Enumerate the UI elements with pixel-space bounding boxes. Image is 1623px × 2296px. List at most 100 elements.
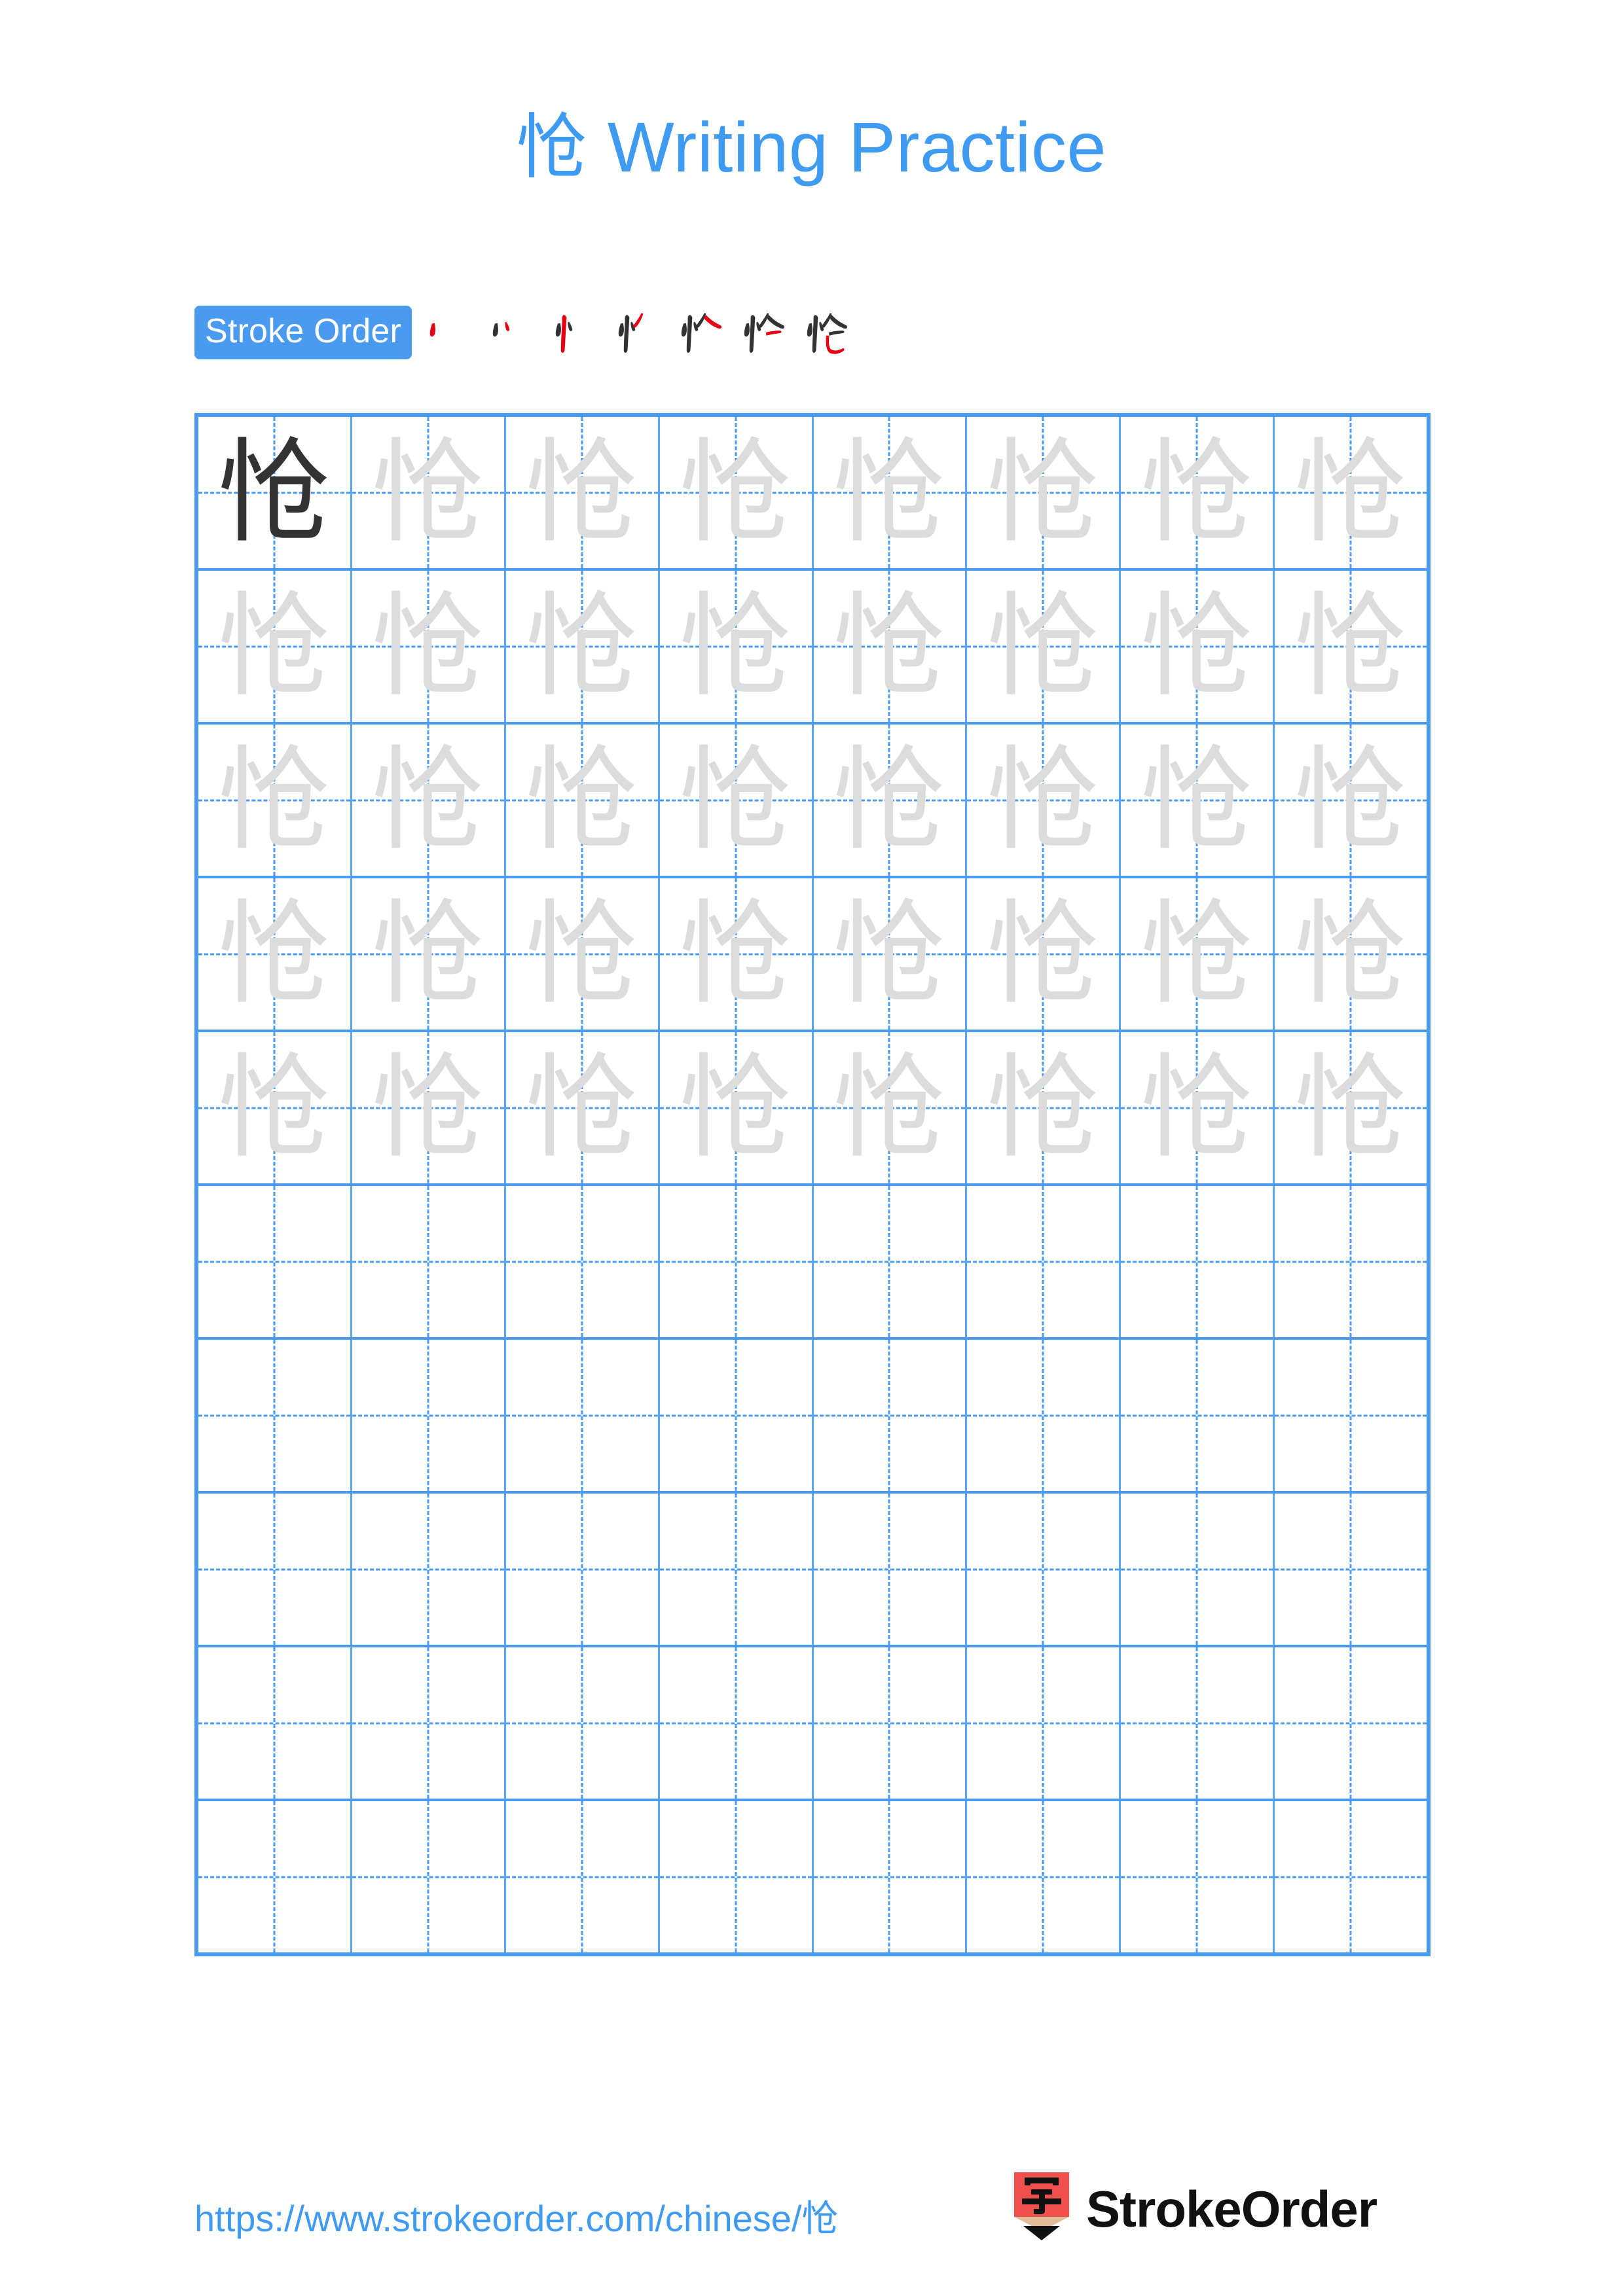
stroke-5 — [829, 315, 848, 329]
grid-cell-r6-c1[interactable] — [198, 1186, 352, 1337]
grid-cell-r7-c4[interactable] — [660, 1340, 814, 1491]
grid-cell-r3-c2[interactable]: 怆 — [352, 725, 506, 876]
grid-cell-r1-c1[interactable]: 怆 — [198, 417, 352, 568]
grid-cell-r5-c7[interactable]: 怆 — [1121, 1032, 1275, 1183]
grid-cell-r9-c6[interactable] — [967, 1647, 1122, 1799]
grid-cell-r7-c1[interactable] — [198, 1340, 352, 1491]
grid-cell-r9-c2[interactable] — [352, 1647, 506, 1799]
grid-cell-r9-c3[interactable] — [506, 1647, 660, 1799]
grid-cell-r7-c7[interactable] — [1121, 1340, 1275, 1491]
grid-cell-r5-c6[interactable]: 怆 — [967, 1032, 1122, 1183]
grid-cell-r8-c7[interactable] — [1121, 1494, 1275, 1645]
grid-cell-r7-c5[interactable] — [814, 1340, 968, 1491]
grid-cell-r1-c4[interactable]: 怆 — [660, 417, 814, 568]
grid-row — [198, 1494, 1427, 1647]
grid-cell-r3-c4[interactable]: 怆 — [660, 725, 814, 876]
grid-cell-r9-c5[interactable] — [814, 1647, 968, 1799]
grid-cell-r10-c3[interactable] — [506, 1801, 660, 1952]
grid-cell-r5-c3[interactable]: 怆 — [506, 1032, 660, 1183]
grid-cell-r4-c3[interactable]: 怆 — [506, 878, 660, 1030]
trace-character: 怆 — [1140, 888, 1254, 1020]
grid-cell-r3-c7[interactable]: 怆 — [1121, 725, 1275, 876]
grid-cell-r4-c8[interactable]: 怆 — [1275, 878, 1427, 1030]
grid-cell-r2-c5[interactable]: 怆 — [814, 571, 968, 722]
grid-cell-r6-c6[interactable] — [967, 1186, 1122, 1337]
grid-cell-r10-c7[interactable] — [1121, 1801, 1275, 1952]
grid-cell-r8-c8[interactable] — [1275, 1494, 1427, 1645]
stroke-1 — [555, 323, 561, 337]
grid-cell-r10-c1[interactable] — [198, 1801, 352, 1952]
grid-cell-r2-c1[interactable]: 怆 — [198, 571, 352, 722]
stroke-1 — [492, 323, 498, 337]
grid-cell-r3-c5[interactable]: 怆 — [814, 725, 968, 876]
grid-cell-r9-c7[interactable] — [1121, 1647, 1275, 1799]
grid-cell-r8-c4[interactable] — [660, 1494, 814, 1645]
stroke-step-1 — [416, 301, 479, 364]
trace-character: 怆 — [1140, 1041, 1254, 1174]
trace-character: 怆 — [987, 580, 1100, 712]
grid-cell-r2-c4[interactable]: 怆 — [660, 571, 814, 722]
grid-cell-r2-c6[interactable]: 怆 — [967, 571, 1122, 722]
page-title-text: Writing Practice — [587, 107, 1107, 187]
grid-cell-r8-c3[interactable] — [506, 1494, 660, 1645]
trace-character: 怆 — [679, 888, 792, 1020]
grid-cell-r9-c8[interactable] — [1275, 1647, 1427, 1799]
grid-cell-r10-c8[interactable] — [1275, 1801, 1427, 1952]
grid-cell-r6-c5[interactable] — [814, 1186, 968, 1337]
grid-cell-r6-c4[interactable] — [660, 1186, 814, 1337]
grid-cell-r5-c1[interactable]: 怆 — [198, 1032, 352, 1183]
grid-row: 怆怆怆怆怆怆怆怆 — [198, 417, 1427, 571]
grid-cell-r6-c8[interactable] — [1275, 1186, 1427, 1337]
grid-cell-r4-c5[interactable]: 怆 — [814, 878, 968, 1030]
trace-character: 怆 — [833, 580, 946, 712]
grid-cell-r1-c7[interactable]: 怆 — [1121, 417, 1275, 568]
stroke-order-step-list — [416, 301, 856, 364]
grid-cell-r5-c4[interactable]: 怆 — [660, 1032, 814, 1183]
grid-cell-r5-c5[interactable]: 怆 — [814, 1032, 968, 1183]
grid-cell-r4-c1[interactable]: 怆 — [198, 878, 352, 1030]
footer-url-link[interactable]: https://www.strokeorder.com/chinese/怆 — [194, 2189, 839, 2242]
trace-character: 怆 — [1294, 426, 1408, 558]
grid-cell-r2-c8[interactable]: 怆 — [1275, 571, 1427, 722]
grid-cell-r3-c3[interactable]: 怆 — [506, 725, 660, 876]
stroke-3 — [560, 315, 567, 353]
grid-cell-r2-c3[interactable]: 怆 — [506, 571, 660, 722]
grid-cell-r2-c2[interactable]: 怆 — [352, 571, 506, 722]
grid-row — [198, 1186, 1427, 1340]
grid-cell-r7-c2[interactable] — [352, 1340, 506, 1491]
grid-cell-r8-c5[interactable] — [814, 1494, 968, 1645]
grid-cell-r8-c6[interactable] — [967, 1494, 1122, 1645]
grid-cell-r6-c3[interactable] — [506, 1186, 660, 1337]
grid-cell-r6-c2[interactable] — [352, 1186, 506, 1337]
grid-cell-r10-c4[interactable] — [660, 1801, 814, 1952]
grid-cell-r4-c4[interactable]: 怆 — [660, 878, 814, 1030]
grid-cell-r8-c1[interactable] — [198, 1494, 352, 1645]
grid-cell-r9-c1[interactable] — [198, 1647, 352, 1799]
grid-cell-r7-c3[interactable] — [506, 1340, 660, 1491]
grid-cell-r9-c4[interactable] — [660, 1647, 814, 1799]
page-title: 怆 Writing Practice — [0, 105, 1623, 190]
grid-cell-r8-c2[interactable] — [352, 1494, 506, 1645]
grid-cell-r3-c8[interactable]: 怆 — [1275, 725, 1427, 876]
grid-cell-r4-c7[interactable]: 怆 — [1121, 878, 1275, 1030]
grid-cell-r1-c2[interactable]: 怆 — [352, 417, 506, 568]
grid-cell-r5-c2[interactable]: 怆 — [352, 1032, 506, 1183]
grid-cell-r5-c8[interactable]: 怆 — [1275, 1032, 1427, 1183]
trace-character: 怆 — [217, 580, 331, 712]
grid-cell-r7-c6[interactable] — [967, 1340, 1122, 1491]
grid-cell-r6-c7[interactable] — [1121, 1186, 1275, 1337]
grid-cell-r2-c7[interactable]: 怆 — [1121, 571, 1275, 722]
grid-cell-r3-c6[interactable]: 怆 — [967, 725, 1122, 876]
grid-row: 怆怆怆怆怆怆怆怆 — [198, 725, 1427, 878]
grid-cell-r7-c8[interactable] — [1275, 1340, 1427, 1491]
grid-cell-r10-c2[interactable] — [352, 1801, 506, 1952]
grid-cell-r1-c8[interactable]: 怆 — [1275, 417, 1427, 568]
grid-cell-r10-c5[interactable] — [814, 1801, 968, 1952]
grid-cell-r3-c1[interactable]: 怆 — [198, 725, 352, 876]
grid-cell-r4-c2[interactable]: 怆 — [352, 878, 506, 1030]
grid-cell-r10-c6[interactable] — [967, 1801, 1122, 1952]
grid-cell-r4-c6[interactable]: 怆 — [967, 878, 1122, 1030]
grid-cell-r1-c5[interactable]: 怆 — [814, 417, 968, 568]
grid-cell-r1-c3[interactable]: 怆 — [506, 417, 660, 568]
grid-cell-r1-c6[interactable]: 怆 — [967, 417, 1122, 568]
